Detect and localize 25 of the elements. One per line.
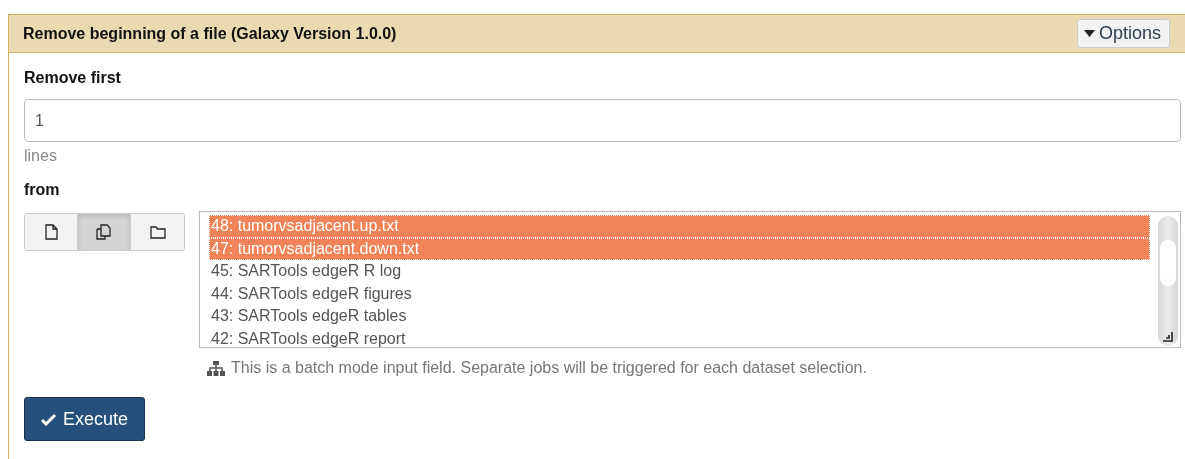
- mode-button[interactable]: [78, 214, 131, 250]
- dataset-option[interactable]: 45: SARTools edgeR R log: [209, 260, 1150, 283]
- folder-icon: [149, 225, 166, 239]
- options-button[interactable]: Options: [1076, 19, 1170, 48]
- file-icon: [44, 224, 58, 240]
- dataset-option[interactable]: 44: SARTools edgeR figures: [209, 282, 1150, 305]
- dataset-list[interactable]: 48: tumorvsadjacent.up.txt 47: tumorvsadjacent.down.txt 45: SARTools edgeR R log 44: SARTools edgeR figures 43: SARTools edgeR tables 42: SARTools edgeR report: [199, 211, 1181, 348]
- mode-button[interactable]: [25, 214, 78, 250]
- tool-title: Remove beginning of a file (Galaxy Version 1.0.0): [23, 24, 397, 43]
- scrollbar-thumb[interactable]: [1160, 240, 1176, 286]
- sitemap-icon: [207, 360, 225, 376]
- help-text: lines: [24, 147, 58, 165]
- field-label: from: [24, 181, 61, 199]
- scrollbar[interactable]: [1158, 216, 1178, 346]
- dataset-option[interactable]: 43: SARTools edgeR tables: [209, 305, 1150, 328]
- check-icon: [41, 412, 57, 426]
- caret-icon: [1083, 30, 1095, 37]
- hint-text: This is a batch mode input field. Separate jobs will be triggered for each dataset selection.: [231, 359, 867, 377]
- execute-button[interactable]: Execute: [24, 397, 146, 441]
- mode-button[interactable]: [131, 214, 184, 250]
- files-icon: [96, 224, 112, 240]
- field-label: Remove first: [24, 69, 122, 87]
- resize-handle-icon[interactable]: [1162, 331, 1173, 342]
- dataset-option[interactable]: 42: SARTools edgeR report: [209, 327, 1150, 350]
- input-field[interactable]: 1: [24, 99, 1181, 142]
